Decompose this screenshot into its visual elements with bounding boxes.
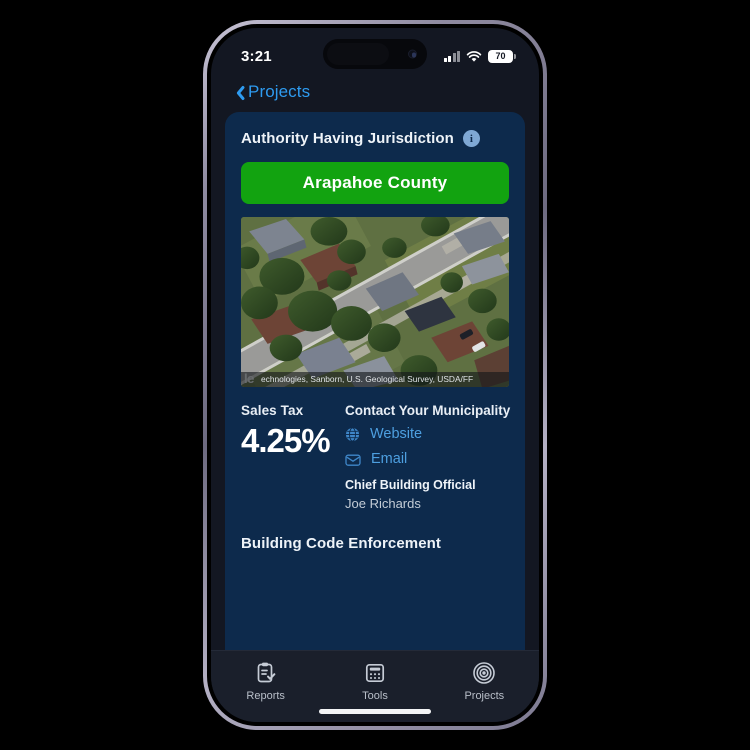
wifi-icon xyxy=(466,50,482,62)
island-pill xyxy=(327,43,389,65)
globe-icon xyxy=(345,426,360,442)
clipboard-check-icon xyxy=(254,661,278,685)
chevron-left-icon xyxy=(233,84,243,101)
contact-block: Contact Your Municipality Website Email … xyxy=(345,403,510,511)
tab-tools-label: Tools xyxy=(362,690,388,702)
phone-screen: 3:21 70 Projects Authority Having Jurisd… xyxy=(211,28,539,722)
email-link[interactable]: Email xyxy=(345,451,510,467)
map-canvas xyxy=(241,217,509,387)
building-official-block: Chief Building Official Joe Richards xyxy=(345,478,510,511)
info-columns: Sales Tax 4.25% Contact Your Municipalit… xyxy=(241,403,510,511)
scroll-content[interactable]: Authority Having Jurisdiction i Arapahoe… xyxy=(211,112,539,650)
status-indicators: 70 xyxy=(443,49,516,63)
ahj-name-button[interactable]: Arapahoe County xyxy=(241,162,509,204)
tab-bar: Reports Tools Projects xyxy=(211,650,539,722)
map-attribution: echnologies, Sanborn, U.S. Geological Su… xyxy=(241,372,509,387)
status-time: 3:21 xyxy=(241,47,272,65)
battery-icon: 70 xyxy=(488,49,516,63)
page-title: Authority Having Jurisdiction xyxy=(241,130,454,147)
screenshot-stage: 3:21 70 Projects Authority Having Jurisd… xyxy=(0,0,750,750)
sales-tax-value: 4.25% xyxy=(241,422,331,459)
tab-projects-label: Projects xyxy=(464,690,505,702)
dynamic-island xyxy=(323,39,427,69)
website-link[interactable]: Website xyxy=(345,426,510,442)
front-camera-icon xyxy=(408,49,417,59)
navigation-bar: Projects xyxy=(211,74,539,110)
back-button[interactable]: Projects xyxy=(233,82,310,102)
phone-frame: 3:21 70 Projects Authority Having Jurisd… xyxy=(203,20,547,730)
website-link-label: Website xyxy=(370,426,423,442)
back-button-label: Projects xyxy=(248,82,311,101)
tab-projects[interactable]: Projects xyxy=(430,661,539,702)
aerial-map-image[interactable]: le echnologies, Sanborn, U.S. Geological… xyxy=(241,217,509,387)
cellular-signal-icon xyxy=(443,50,460,62)
info-circle-icon[interactable]: i xyxy=(462,130,480,147)
home-indicator[interactable] xyxy=(319,709,431,714)
tab-reports-label: Reports xyxy=(246,690,285,702)
tab-reports[interactable]: Reports xyxy=(211,661,320,702)
sales-tax-label: Sales Tax xyxy=(241,403,304,418)
sales-tax-block: Sales Tax 4.25% xyxy=(241,403,339,511)
official-name: Joe Richards xyxy=(345,496,421,511)
building-code-section-header: Building Code Enforcement xyxy=(241,535,442,552)
calculator-icon xyxy=(363,661,387,685)
tab-tools[interactable]: Tools xyxy=(320,661,429,702)
contact-title: Contact Your Municipality xyxy=(345,403,511,418)
jurisdiction-card: Authority Having Jurisdiction i Arapahoe… xyxy=(225,112,525,650)
battery-level: 70 xyxy=(495,50,506,61)
official-role-label: Chief Building Official xyxy=(345,478,476,492)
phone-bezel: 3:21 70 Projects Authority Having Jurisd… xyxy=(207,24,543,726)
email-link-label: Email xyxy=(371,451,408,467)
card-title-row: Authority Having Jurisdiction i xyxy=(241,130,509,147)
envelope-icon xyxy=(345,453,361,466)
target-rings-icon xyxy=(472,661,496,685)
